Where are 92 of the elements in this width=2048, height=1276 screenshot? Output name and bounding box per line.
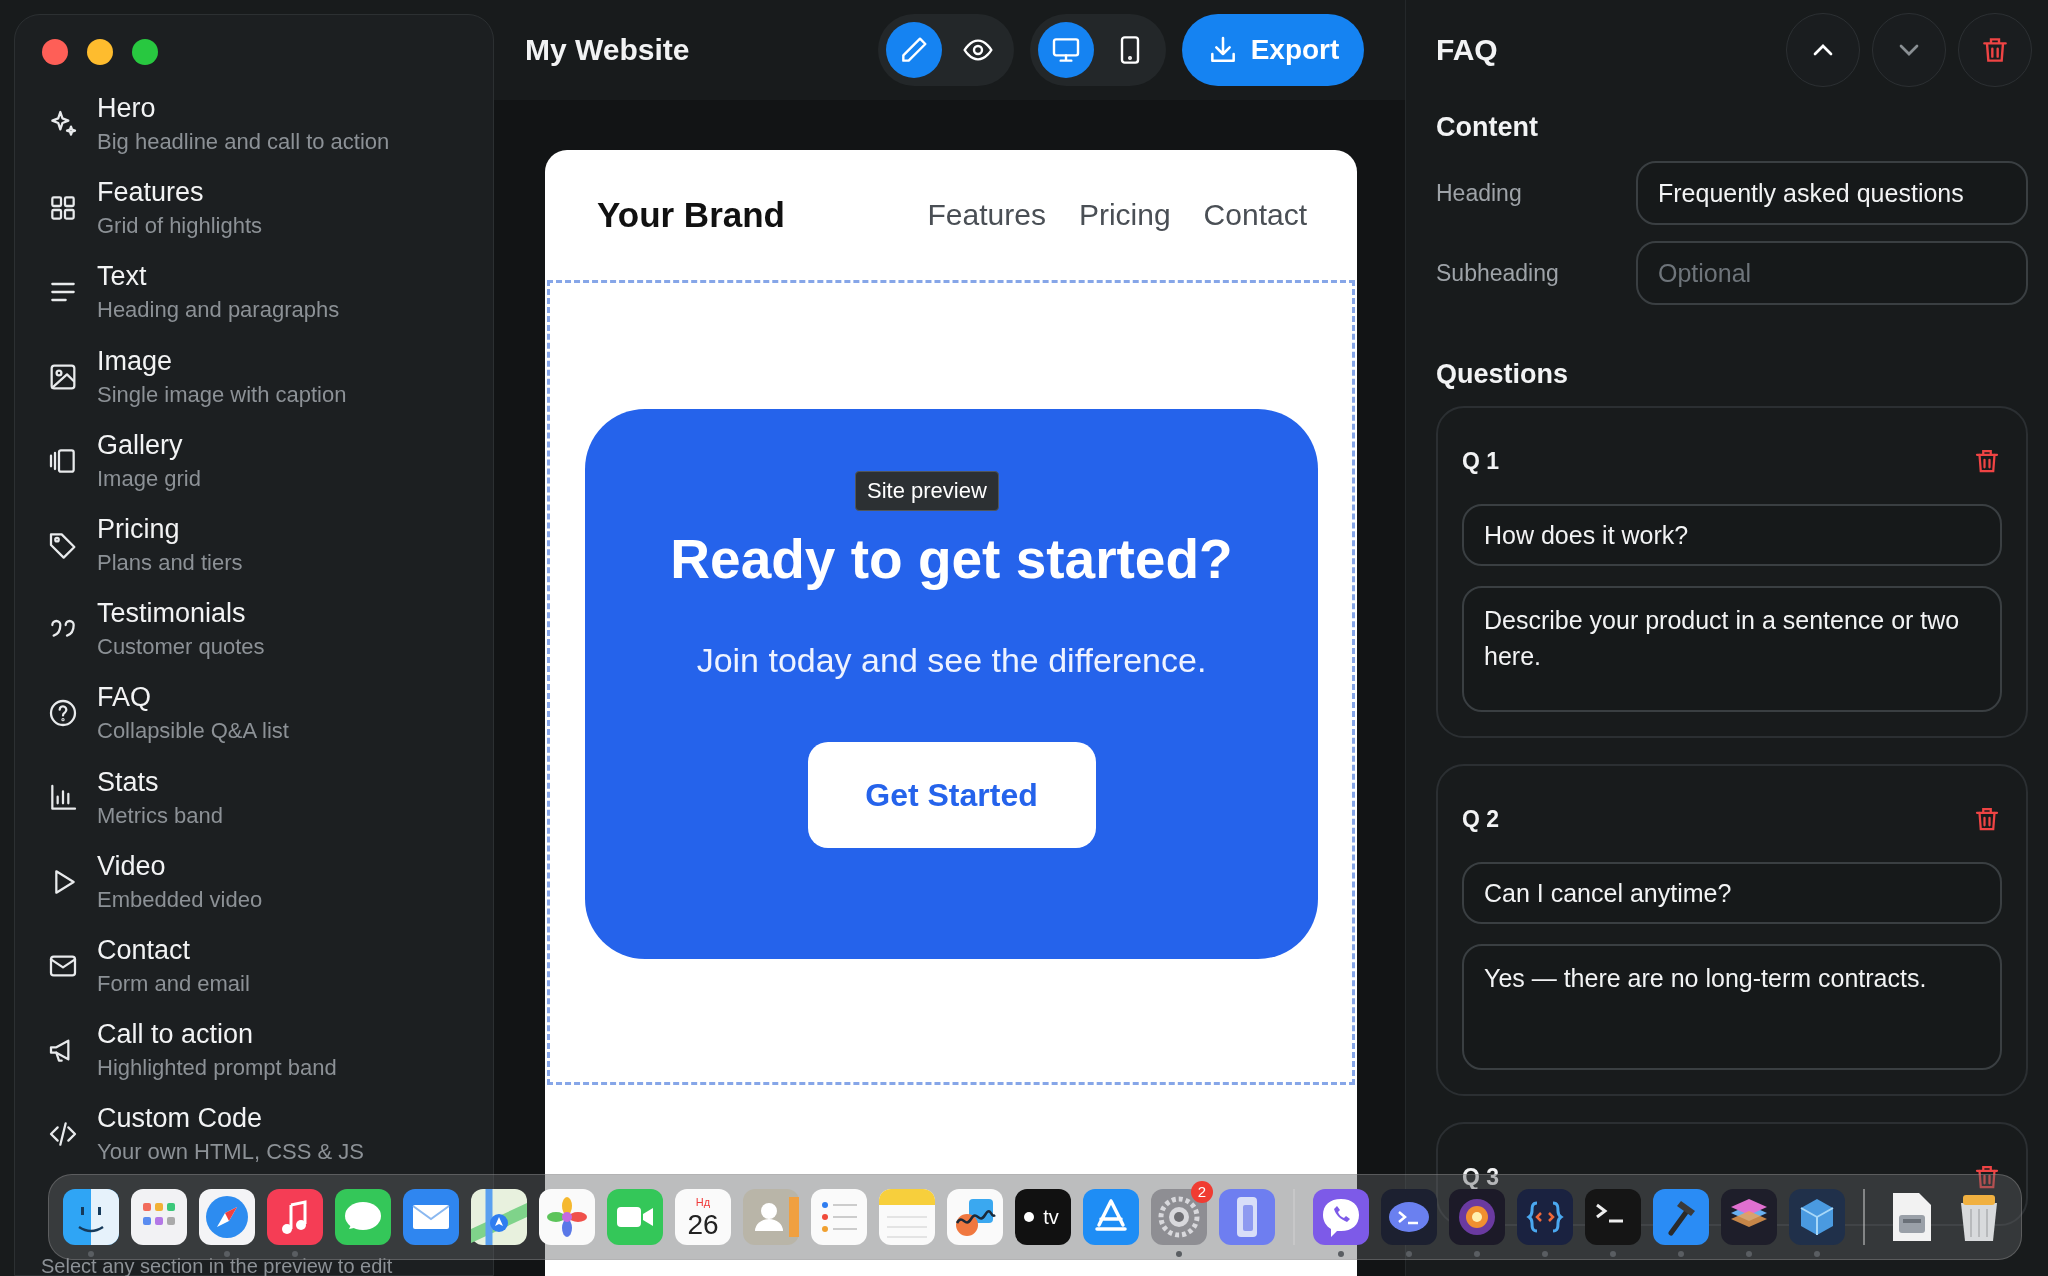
section-item[interactable]: Stats Metrics band [15,755,493,840]
section-title: Text [97,261,148,293]
cloud-prompt-icon[interactable] [1381,1189,1437,1245]
window-title: My Website [525,33,691,67]
section-item[interactable]: Custom Code Your own HTML, CSS & JS [15,1092,493,1177]
cta-text: Join today and see the difference. [696,641,1207,680]
section-title: Features [97,177,205,209]
section-heading: Questions [1436,359,1570,390]
field-label: Heading [1436,179,1523,207]
section-description: Image grid [97,464,201,492]
hammer-icon[interactable] [1653,1189,1709,1245]
minimize-window-button[interactable] [87,39,113,65]
section-description: Your own HTML, CSS & JS [97,1138,364,1166]
section-title: Hero [97,93,157,125]
section-item[interactable]: Testimonials Customer quotes [15,587,493,672]
section-title: Call to action [97,1019,255,1051]
export-button[interactable]: Export [1182,14,1364,86]
nav-link[interactable]: Pricing [1078,198,1171,232]
question-number: Q 2 [1462,805,1500,833]
section-description: Collapsible Q&A list [97,717,289,745]
checklist-icon[interactable] [811,1189,867,1245]
section-item[interactable]: Hero Big headline and call to action [15,82,493,167]
field-label: Subheading [1436,259,1560,287]
section-item[interactable]: Image Single image with caption [15,334,493,419]
nav-link[interactable]: Contact [1203,198,1307,232]
selection-outline[interactable]: Site preview Ready to get started? Join today and see the difference. Get Started [547,280,1355,1085]
scribble-icon[interactable] [947,1189,1003,1245]
section-item[interactable]: FAQ Collapsible Q&A list [15,671,493,756]
tooltip: Site preview [855,471,999,511]
section-item[interactable]: Features Grid of highlights [15,166,493,251]
section-description: Grid of highlights [97,212,263,240]
brand-name: Your Brand [597,195,785,235]
section-title: Contact [97,934,192,966]
answer-field[interactable]: Describe your product in a sentence or two here. [1462,586,2002,712]
layers-icon[interactable] [1721,1189,1777,1245]
question-number: Q 3 [1462,1163,1500,1191]
section-description: Metrics band [97,801,223,829]
question-number: Q 1 [1462,447,1500,475]
section-item[interactable]: Call to action Highlighted prompt band [15,1008,493,1093]
phone-call-icon[interactable] [1313,1189,1369,1245]
question-field[interactable]: Can I cancel anytime? [1462,862,2002,924]
desktop-view-button[interactable] [1038,22,1094,78]
section-description: Form and email [97,969,250,997]
zoom-window-button[interactable] [132,39,158,65]
section-title: Custom Code [97,1103,264,1135]
input-field[interactable]: Frequently asked questions [1636,161,2028,225]
get-started-button[interactable]: Get Started [807,742,1096,848]
nav-link[interactable]: Features [927,198,1046,232]
app-store-icon[interactable] [1083,1189,1139,1245]
section-description: Big headline and call to action [97,128,390,156]
section-title: Image [97,345,174,377]
section-title: Pricing [97,514,181,546]
cube-icon[interactable] [1789,1189,1845,1245]
phone-icon[interactable] [1219,1189,1275,1245]
tv-icon[interactable]: tv [1015,1189,1071,1245]
section-item[interactable]: Video Embedded video [15,839,493,924]
flower-icon[interactable] [539,1189,595,1245]
close-window-button[interactable] [42,39,68,65]
section-description: Heading and paragraphs [97,296,340,324]
map-icon[interactable] [471,1189,527,1245]
section-item[interactable]: Gallery Image grid [15,418,493,503]
section-title: FAQ [97,682,152,714]
edit-button[interactable] [886,22,942,78]
section-title: Gallery [97,429,184,461]
compass-icon[interactable] [199,1189,255,1245]
app-grid-icon[interactable] [131,1189,187,1245]
cta-heading: Ready to get started? [670,527,1233,591]
section-title: Testimonials [97,598,247,630]
section-description: Customer quotes [97,633,265,661]
code-braces-icon[interactable] [1517,1189,1573,1245]
music-note-icon[interactable] [267,1189,323,1245]
smiling-face-icon[interactable] [63,1189,119,1245]
section-title: Video [97,850,167,882]
section-item[interactable]: Text Heading and paragraphs [15,250,493,335]
question-field[interactable]: How does it work? [1462,504,2002,566]
section-description: Embedded video [97,885,263,913]
section-description: Plans and tiers [97,549,243,577]
section-description: Single image with caption [97,380,347,408]
section-item[interactable]: Contact Form and email [15,923,493,1009]
orb-icon[interactable] [1449,1189,1505,1245]
gear-icon[interactable] [1151,1189,1207,1245]
section-heading: Content [1436,112,1539,143]
speech-bubble-icon[interactable] [335,1189,391,1245]
panel-title: FAQ [1436,33,1498,67]
terminal-icon[interactable] [1585,1189,1641,1245]
answer-field[interactable]: Yes — there are no long-term contracts. [1462,944,2002,1070]
envelope-icon[interactable] [403,1189,459,1245]
calendar-icon[interactable]: Нд 26 [675,1189,731,1245]
input-field[interactable]: Optional [1636,241,2028,305]
section-description: Highlighted prompt band [97,1054,337,1082]
section-title: Stats [97,766,160,798]
section-item[interactable]: Pricing Plans and tiers [15,502,493,588]
